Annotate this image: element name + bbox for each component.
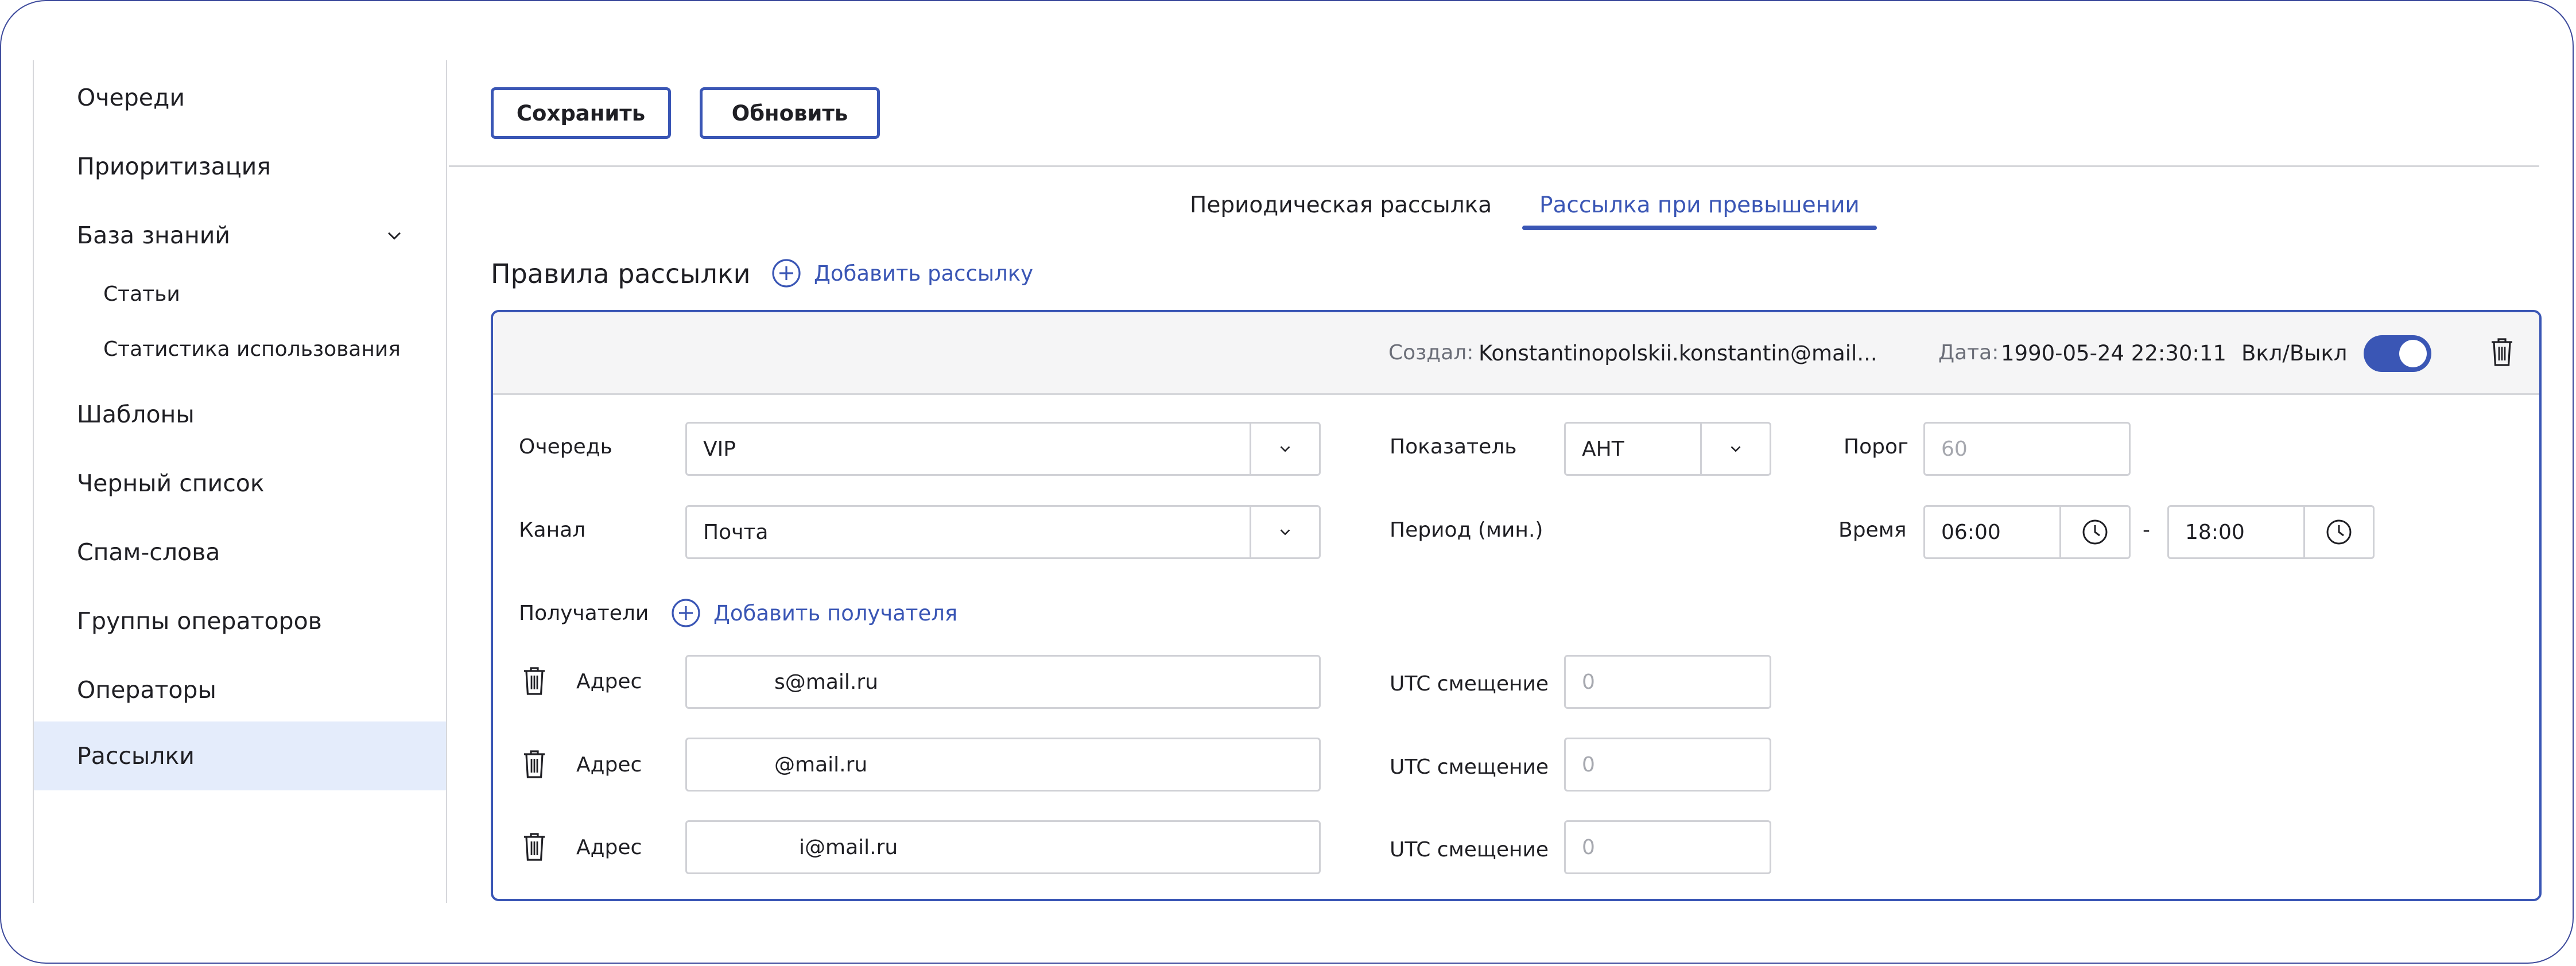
- threshold-input[interactable]: 60: [1923, 422, 2131, 476]
- sidebar-item-knowledge-base[interactable]: База знаний: [34, 201, 446, 270]
- utc-offset-input[interactable]: 0: [1564, 820, 1771, 874]
- chevron-down-icon: [1280, 446, 1290, 452]
- sidebar-item-label: Черный список: [77, 470, 265, 497]
- address-label: Адрес: [576, 836, 642, 859]
- add-recipient-button[interactable]: Добавить получателя: [671, 598, 957, 628]
- queue-select[interactable]: VIP: [685, 422, 1321, 476]
- chevron-down-icon: [1731, 446, 1741, 452]
- sidebar-item-prioritization[interactable]: Приоритизация: [34, 132, 446, 201]
- clock-icon: [2082, 519, 2108, 545]
- sidebar-item-usage-stats[interactable]: Статистика использования: [34, 323, 446, 375]
- toggle-knob: [2399, 340, 2427, 367]
- indicator-dropdown-toggle[interactable]: [1700, 424, 1770, 474]
- channel-value: Почта: [703, 520, 769, 544]
- indicator-value: AHT: [1582, 437, 1624, 461]
- trash-icon[interactable]: [522, 832, 546, 862]
- plus-circle-icon: [672, 599, 700, 627]
- trash-icon[interactable]: [522, 666, 546, 696]
- clock-icon: [2326, 519, 2352, 545]
- sidebar-item-label: Рассылки: [77, 742, 195, 770]
- address-label: Адрес: [576, 670, 642, 693]
- recipient-address-input[interactable]: i@mail.ru: [685, 820, 1321, 874]
- active-tab-indicator: [1522, 226, 1877, 230]
- sidebar-item-label: Статьи: [103, 282, 180, 306]
- sidebar-item-label: Статистика использования: [103, 337, 401, 361]
- creator-label: Создал:: [1388, 341, 1474, 364]
- utc-offset-input[interactable]: 0: [1564, 738, 1771, 792]
- recipient-address-input[interactable]: s@mail.ru: [685, 655, 1321, 709]
- toggle-label: Вкл/Выкл: [2241, 341, 2348, 366]
- refresh-button[interactable]: Обновить: [700, 87, 880, 139]
- recipient-address-value: s@mail.ru: [774, 670, 878, 694]
- tab-threshold-mailing[interactable]: Рассылка при превышении: [1539, 192, 1860, 218]
- enable-toggle[interactable]: [2364, 335, 2431, 372]
- rule-card-header: Создал: Konstantinopolskii.konstantin@ma…: [493, 312, 2539, 395]
- channel-dropdown-toggle[interactable]: [1250, 507, 1319, 557]
- sidebar-item-queues[interactable]: Очереди: [34, 63, 446, 132]
- recipient-address-input[interactable]: @mail.ru: [685, 738, 1321, 792]
- period-label: Период (мин.): [1390, 518, 1543, 542]
- recipient-address-value: i@mail.ru: [799, 835, 898, 859]
- queue-value: VIP: [703, 437, 736, 461]
- time-label: Время: [1838, 518, 1907, 542]
- chevron-down-icon[interactable]: [385, 226, 404, 245]
- sidebar-item-spam-words[interactable]: Спам-слова: [34, 518, 446, 587]
- sidebar-item-label: Приоритизация: [77, 153, 271, 180]
- time-from-picker[interactable]: [2059, 507, 2129, 557]
- creator-value: Konstantinopolskii.konstantin@mail...: [1479, 341, 1877, 366]
- utc-offset-input[interactable]: 0: [1564, 655, 1771, 709]
- add-mailing-button[interactable]: Добавить рассылку: [771, 258, 1033, 288]
- sidebar-item-label: База знаний: [77, 222, 231, 249]
- plus-circle-icon: [772, 259, 801, 288]
- channel-label: Канал: [519, 518, 586, 542]
- utc-label: UTC смещение: [1390, 672, 1549, 696]
- sidebar: Очереди Приоритизация База знаний Статьи…: [33, 60, 447, 903]
- tab-periodic-mailing[interactable]: Периодическая рассылка: [1190, 192, 1492, 218]
- queue-dropdown-toggle[interactable]: [1250, 424, 1319, 474]
- sidebar-item-operators[interactable]: Операторы: [34, 655, 446, 724]
- rules-title: Правила рассылки: [491, 258, 751, 289]
- time-to-value: 18:00: [2185, 520, 2245, 544]
- sidebar-item-templates[interactable]: Шаблоны: [34, 380, 446, 449]
- sidebar-item-mailings[interactable]: Рассылки: [34, 721, 446, 790]
- sidebar-item-label: Операторы: [77, 676, 216, 704]
- queue-label: Очередь: [519, 435, 612, 459]
- address-label: Адрес: [576, 753, 642, 777]
- threshold-label: Порог: [1844, 435, 1908, 459]
- sidebar-item-label: Очереди: [77, 84, 185, 111]
- utc-label: UTC смещение: [1390, 755, 1549, 779]
- sidebar-item-label: Спам-слова: [77, 538, 220, 566]
- time-from-value: 06:00: [1941, 520, 2001, 544]
- sidebar-item-label: Группы операторов: [77, 607, 322, 635]
- sidebar-item-label: Шаблоны: [77, 401, 195, 428]
- date-value: 1990-05-24 22:30:11: [2001, 341, 2226, 366]
- time-separator: -: [2143, 518, 2150, 542]
- recipient-address-value: @mail.ru: [774, 752, 868, 777]
- add-recipient-label: Добавить получателя: [713, 600, 958, 626]
- time-from-input[interactable]: 06:00: [1923, 505, 2131, 559]
- sidebar-item-blacklist[interactable]: Черный список: [34, 449, 446, 518]
- toolbar-divider: [449, 165, 2539, 167]
- mailing-rule-card: Создал: Konstantinopolskii.konstantin@ma…: [491, 310, 2542, 901]
- save-button[interactable]: Сохранить: [491, 87, 671, 139]
- sidebar-item-articles[interactable]: Статьи: [34, 268, 446, 320]
- time-to-input[interactable]: 18:00: [2167, 505, 2375, 559]
- indicator-label: Показатель: [1390, 435, 1517, 459]
- indicator-select[interactable]: AHT: [1564, 422, 1771, 476]
- trash-icon[interactable]: [522, 750, 546, 779]
- channel-select[interactable]: Почта: [685, 505, 1321, 559]
- add-mailing-label: Добавить рассылку: [814, 261, 1033, 286]
- sidebar-item-operator-groups[interactable]: Группы операторов: [34, 587, 446, 655]
- date-label: Дата:: [1938, 341, 1999, 364]
- recipients-label: Получатели: [519, 602, 649, 625]
- trash-icon[interactable]: [2490, 337, 2514, 367]
- utc-label: UTC смещение: [1390, 838, 1549, 862]
- chevron-down-icon: [1280, 529, 1290, 536]
- time-to-picker[interactable]: [2303, 507, 2373, 557]
